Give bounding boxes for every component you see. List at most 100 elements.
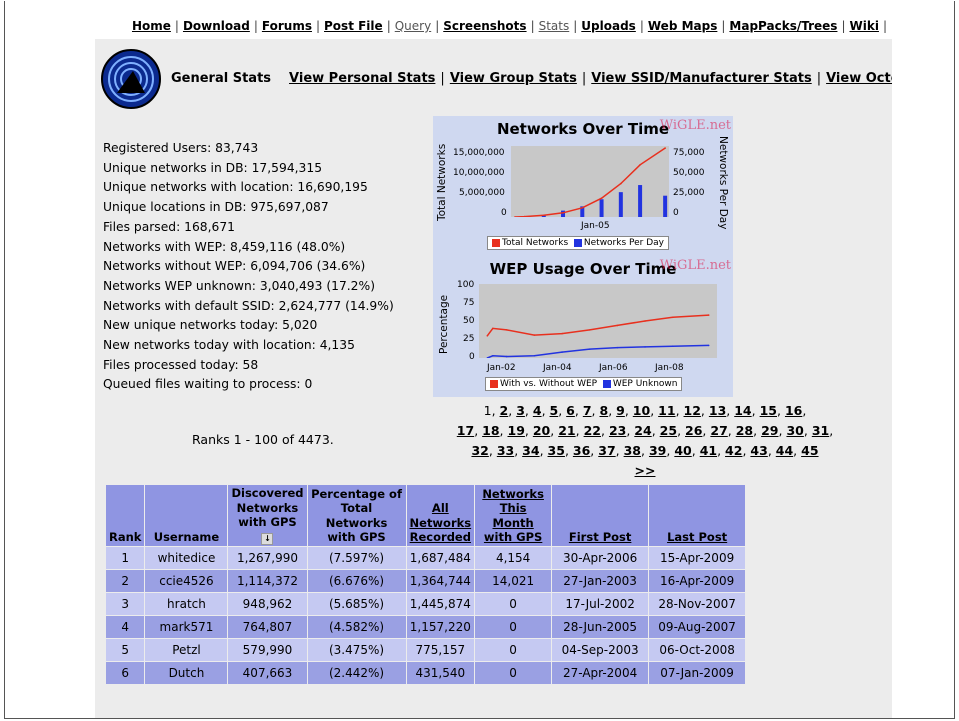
nav-separator: |: [841, 19, 846, 33]
page-link[interactable]: 23: [609, 423, 626, 438]
page-link[interactable]: 7: [583, 403, 592, 418]
sort-last-post-link[interactable]: Last Post: [667, 530, 727, 544]
nav-link-wiki[interactable]: Wiki: [850, 19, 879, 33]
page-link[interactable]: 2: [500, 403, 509, 418]
table-row: 1 whitedice 1,267,990 (7.597%) 1,687,484 4,15…: [104, 545, 747, 570]
page-link[interactable]: 32: [471, 443, 488, 458]
page-link[interactable]: 42: [725, 443, 742, 458]
cell-last: 28-Nov-2007: [648, 591, 747, 616]
page-link[interactable]: 27: [710, 423, 727, 438]
page-link[interactable]: 26: [685, 423, 702, 438]
subnav-link[interactable]: View Group Stats: [450, 71, 577, 86]
page-link[interactable]: 34: [522, 443, 539, 458]
page-link[interactable]: 8: [599, 403, 608, 418]
nav-link-screenshots[interactable]: Screenshots: [443, 19, 526, 33]
page-link[interactable]: 25: [660, 423, 677, 438]
page-link[interactable]: 28: [736, 423, 753, 438]
cell-last: 15-Apr-2009: [648, 545, 747, 570]
cell-last: 07-Jan-2009: [648, 660, 747, 685]
sort-first-post-link[interactable]: First Post: [569, 530, 632, 544]
nav-link-web-maps[interactable]: Web Maps: [648, 19, 718, 33]
nav-link-home[interactable]: Home: [132, 19, 171, 33]
col-last-post[interactable]: Last Post: [648, 484, 747, 547]
legend-swatch-perday: [573, 238, 582, 247]
page-link[interactable]: 38: [624, 443, 641, 458]
page-link[interactable]: 17: [457, 423, 474, 438]
col-this-month[interactable]: Networks This Month with GPS: [474, 484, 553, 547]
page-link[interactable]: 24: [634, 423, 651, 438]
page-link[interactable]: 39: [649, 443, 666, 458]
cell-all: 1,687,484: [405, 545, 476, 570]
nav-separator: |: [435, 19, 440, 33]
y-tick: 5,000,000: [459, 188, 505, 198]
page-link[interactable]: 14: [734, 403, 751, 418]
nav-link-post-file[interactable]: Post File: [324, 19, 383, 33]
page-link[interactable]: 33: [497, 443, 514, 458]
total-networks-point: [664, 147, 666, 149]
page-link[interactable]: 6: [566, 403, 575, 418]
with-vs-without-wep-point: [616, 324, 619, 327]
page-link[interactable]: 15: [760, 403, 777, 418]
page-link[interactable]: 36: [573, 443, 590, 458]
page-link[interactable]: 40: [674, 443, 691, 458]
nav-link-mappacks-trees[interactable]: MapPacks/Trees: [729, 19, 837, 33]
page-link[interactable]: 37: [598, 443, 615, 458]
top-navigation: Home | Download | Forums | Post File | Query | Scr…: [5, 19, 891, 33]
page-link[interactable]: 21: [558, 423, 575, 438]
wigle-watermark: WiGLE.net: [659, 118, 731, 133]
col-all-networks[interactable]: All Networks Recorded: [405, 484, 476, 547]
nav-link-stats[interactable]: Stats: [539, 19, 570, 33]
page-link[interactable]: 22: [584, 423, 601, 438]
cell-gps: 1,267,990: [227, 545, 308, 570]
cell-username[interactable]: ccie4526: [144, 568, 229, 593]
col-discovered[interactable]: Discovered Networks with GPS ↓: [227, 484, 308, 547]
page-link[interactable]: 29: [761, 423, 778, 438]
total-networks-point: [581, 207, 584, 209]
next-page-link[interactable]: >>: [635, 463, 656, 478]
page-link[interactable]: 4: [533, 403, 542, 418]
page-link[interactable]: 10: [633, 403, 650, 418]
cell-username[interactable]: Dutch: [144, 660, 229, 685]
wep-unknown-point: [671, 345, 674, 347]
nav-link-query[interactable]: Query: [395, 19, 431, 33]
page-link[interactable]: 43: [750, 443, 767, 458]
page-link[interactable]: 30: [786, 423, 803, 438]
page-link[interactable]: 35: [548, 443, 565, 458]
with-vs-without-wep-point: [486, 335, 489, 337]
sort-down-icon: ↓: [261, 532, 274, 545]
page-link[interactable]: 19: [508, 423, 525, 438]
general-stats-list: Registered Users: 83,743 Unique networks …: [103, 139, 394, 395]
page-link[interactable]: 12: [684, 403, 701, 418]
nav-link-download[interactable]: Download: [183, 19, 250, 33]
networks-per-day-bar: [618, 192, 623, 217]
page-link[interactable]: 44: [776, 443, 793, 458]
cell-all: 1,157,220: [405, 614, 476, 639]
page-link[interactable]: 20: [533, 423, 550, 438]
cell-pct: (2.442%): [306, 660, 407, 685]
cell-username[interactable]: whitedice: [144, 545, 229, 570]
page-link[interactable]: 11: [658, 403, 675, 418]
page-link[interactable]: 16: [785, 403, 802, 418]
page-link[interactable]: 3: [516, 403, 525, 418]
y-tick: 0: [501, 208, 507, 218]
page-link[interactable]: 9: [616, 403, 625, 418]
page-link[interactable]: 13: [709, 403, 726, 418]
nav-link-uploads[interactable]: Uploads: [581, 19, 636, 33]
page-link[interactable]: 31: [812, 423, 829, 438]
cell-username[interactable]: Petzl: [144, 637, 229, 662]
subnav-link[interactable]: View Octet/Chan: [826, 71, 892, 86]
page-link[interactable]: 5: [550, 403, 559, 418]
networks-over-time-chart: Networks Over Time WiGLE.net Total Netwo…: [433, 116, 733, 256]
cell-username[interactable]: mark571: [144, 614, 229, 639]
sort-all-networks-link[interactable]: All Networks Recorded: [410, 501, 472, 544]
page-link[interactable]: 41: [700, 443, 717, 458]
subnav-link[interactable]: View SSID/Manufacturer Stats: [591, 71, 811, 86]
nav-link-forums[interactable]: Forums: [262, 19, 312, 33]
wep-unknown-point: [616, 346, 619, 349]
page-link[interactable]: 18: [482, 423, 499, 438]
cell-username[interactable]: hratch: [144, 591, 229, 616]
sort-this-month-link[interactable]: Networks This Month with GPS: [482, 487, 544, 545]
col-first-post[interactable]: First Post: [551, 484, 650, 547]
page-link[interactable]: 45: [801, 443, 818, 458]
subnav-link[interactable]: View Personal Stats: [289, 71, 435, 86]
